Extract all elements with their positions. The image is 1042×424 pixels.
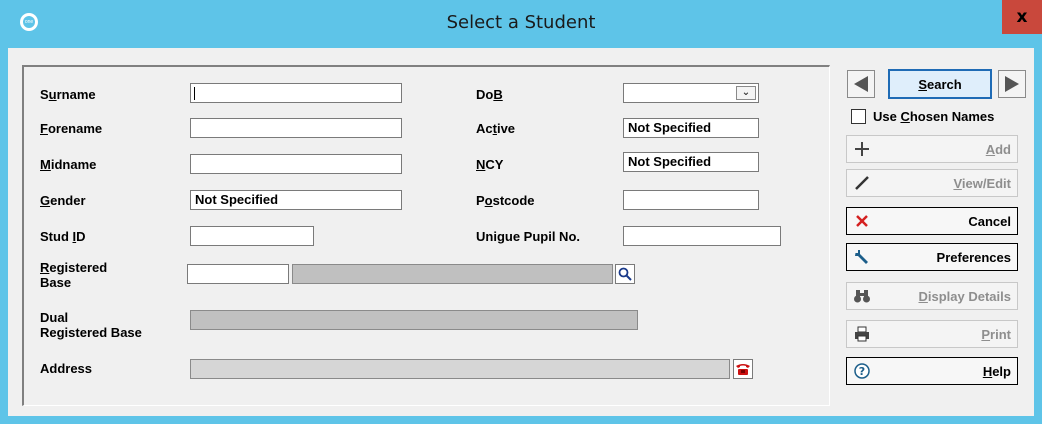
address-label: Address	[40, 361, 93, 376]
title-bar[interactable]: one Select a Student x	[0, 0, 1042, 48]
previous-button[interactable]	[847, 70, 875, 98]
plus-icon	[849, 136, 875, 162]
cancel-button[interactable]: Cancel	[846, 207, 1018, 235]
help-button[interactable]: ? Help	[846, 357, 1018, 385]
pencil-icon	[849, 170, 875, 196]
ncy-select[interactable]: Not Specified	[623, 152, 759, 172]
close-button[interactable]: x	[1002, 0, 1042, 34]
binoculars-icon	[849, 283, 875, 309]
triangle-right-icon	[1005, 76, 1019, 92]
surname-input[interactable]	[190, 83, 402, 103]
postcode-label: Postcode	[476, 193, 535, 208]
stud-id-label: Stud ID	[40, 229, 86, 244]
red-x-icon	[849, 208, 875, 234]
dialog-body: Surname Forename Midname Gender Not Spec…	[8, 48, 1034, 416]
address-field	[190, 359, 730, 379]
dual-registered-base-label: Dual Registered Base	[40, 310, 142, 340]
display-details-button[interactable]: Display Details	[846, 282, 1018, 310]
gender-label: Gender	[40, 193, 86, 208]
gender-select[interactable]: Not Specified	[190, 190, 402, 210]
chevron-down-icon[interactable]: ⌄	[736, 86, 756, 100]
use-chosen-names-checkbox[interactable]	[851, 109, 866, 124]
upn-label: Unigue Pupil No.	[476, 229, 580, 244]
next-button[interactable]	[998, 70, 1026, 98]
forename-input[interactable]	[190, 118, 402, 138]
postcode-input[interactable]	[623, 190, 759, 210]
help-icon: ?	[849, 358, 875, 384]
telephone-icon	[736, 364, 750, 375]
add-button[interactable]: Add	[846, 135, 1018, 163]
active-label: Active	[476, 121, 516, 136]
registered-base-label: Registered Base	[40, 260, 108, 290]
dob-label: DoB	[476, 87, 503, 102]
use-chosen-names-label[interactable]: Use Chosen Names	[873, 109, 994, 124]
magnifier-icon	[618, 267, 632, 281]
dob-date-picker[interactable]: ⌄	[623, 83, 759, 103]
upn-input[interactable]	[623, 226, 781, 246]
print-button[interactable]: Print	[846, 320, 1018, 348]
midname-label: Midname	[40, 157, 97, 172]
active-select[interactable]: Not Specified	[623, 118, 759, 138]
wrench-icon	[849, 244, 875, 270]
registered-base-name-field	[292, 264, 613, 284]
registered-base-lookup-button[interactable]	[615, 264, 635, 284]
search-button[interactable]: Search	[888, 69, 992, 99]
surname-label: Surname	[40, 87, 96, 102]
dual-registered-base-field	[190, 310, 638, 330]
view-edit-button[interactable]: View/Edit	[846, 169, 1018, 197]
window-title: Select a Student	[446, 12, 596, 33]
triangle-left-icon	[854, 76, 868, 92]
dialog-window: one Select a Student x Surname Forename …	[0, 0, 1042, 424]
stud-id-input[interactable]	[190, 226, 314, 246]
svg-text:?: ?	[859, 365, 865, 378]
address-phone-button[interactable]	[733, 359, 753, 379]
preferences-button[interactable]: Preferences	[846, 243, 1018, 271]
registered-base-code-input[interactable]	[187, 264, 289, 284]
midname-input[interactable]	[190, 154, 402, 174]
forename-label: Forename	[40, 121, 103, 136]
printer-icon	[849, 321, 875, 347]
ncy-label: NCY	[476, 157, 504, 172]
